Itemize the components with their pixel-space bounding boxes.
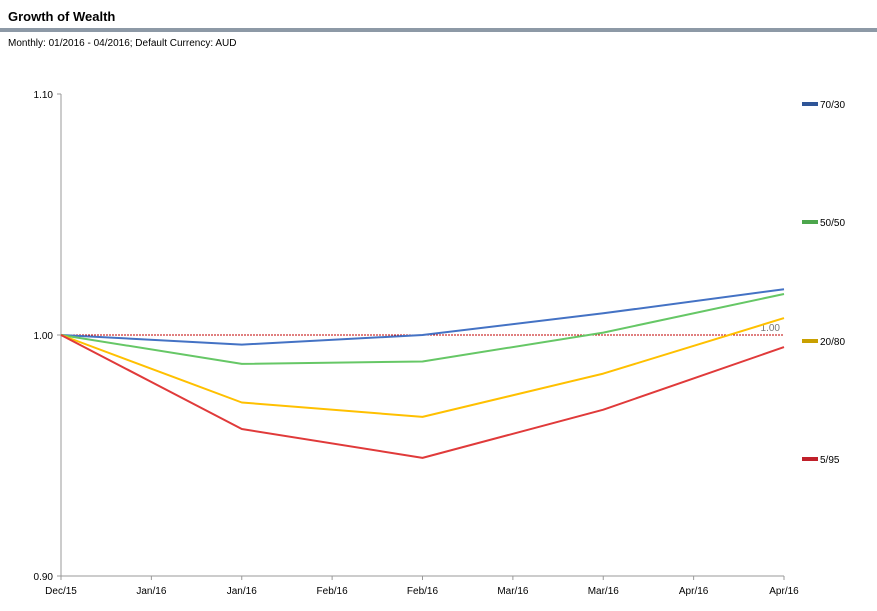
legend-swatch-50-50	[802, 220, 818, 224]
y-tick-label: 0.90	[34, 572, 54, 583]
growth-of-wealth-chart: 1.10 1.00 0.90 Dec/15 Jan/16 Jan/16 Feb/16 Feb/…	[34, 90, 846, 597]
series-line-5-95	[60, 334, 785, 459]
x-tick-label: Feb/16	[407, 586, 439, 597]
series-line-20-80	[60, 317, 785, 418]
x-tick-label: Apr/16	[679, 586, 709, 597]
legend-label-20-80: 20/80	[820, 337, 845, 348]
legend-label-70-30: 70/30	[820, 100, 845, 111]
y-tick-label: 1.10	[34, 90, 54, 101]
legend-swatch-5-95	[802, 457, 818, 461]
x-tick-label: Jan/16	[136, 586, 166, 597]
legend-label-5-95: 5/95	[820, 455, 840, 466]
y-tick-label: 1.00	[34, 331, 54, 342]
x-tick-label: Mar/16	[588, 586, 620, 597]
x-tick-label: Jan/16	[227, 586, 257, 597]
x-tick-label: Apr/16	[769, 586, 799, 597]
legend-swatch-20-80	[802, 339, 818, 343]
legend-swatch-70-30	[802, 102, 818, 106]
legend-label-50-50: 50/50	[820, 218, 845, 229]
x-tick-label: Mar/16	[497, 586, 529, 597]
x-tick-label: Feb/16	[317, 586, 349, 597]
x-tick-label: Dec/15	[45, 586, 77, 597]
